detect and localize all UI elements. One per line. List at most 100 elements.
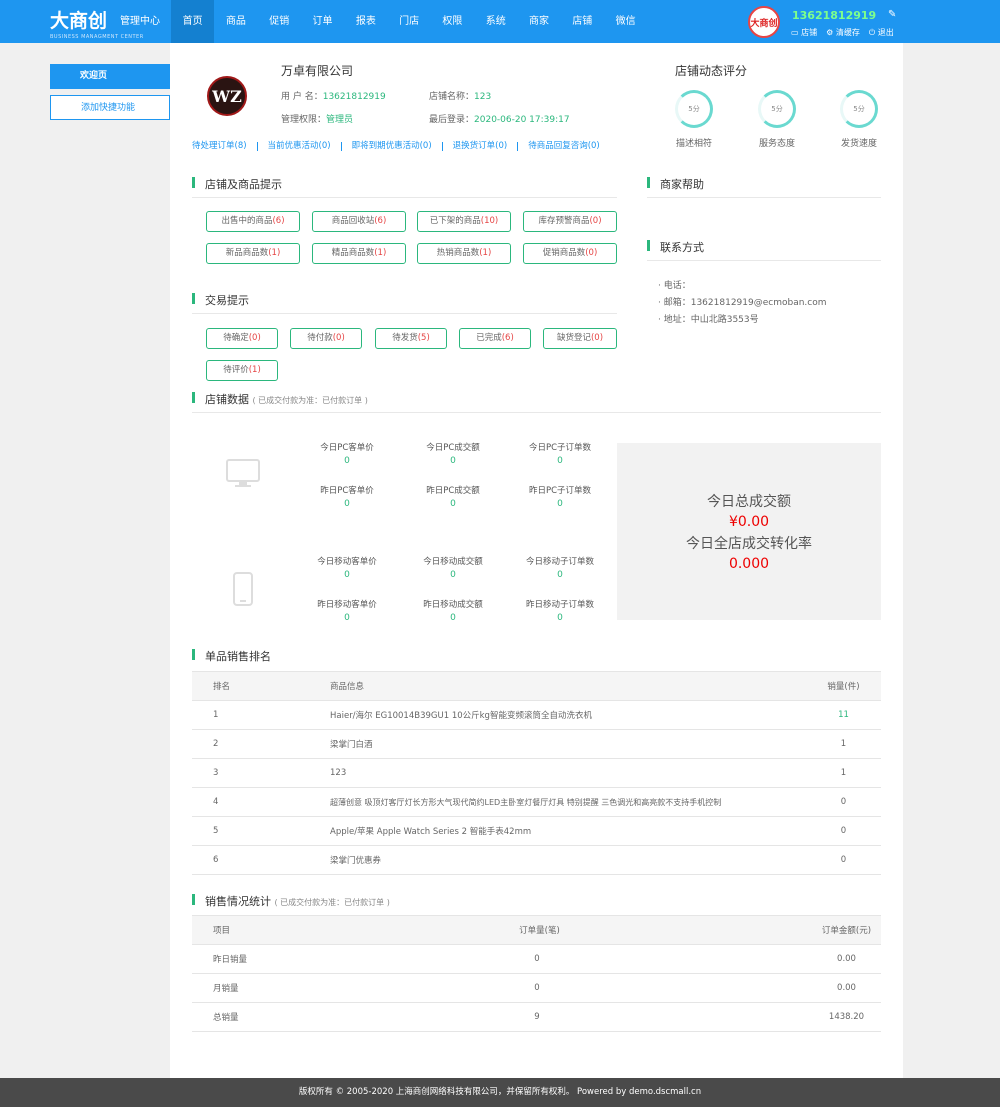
sales-table: 项目 订单量(笔) 订单金额(元) 昨日销量 0 0.00 月销量 0 0.00 总销量…: [192, 915, 881, 1032]
nav-system[interactable]: 系统: [474, 0, 517, 43]
stat-label: 昨日移动子订单数: [525, 600, 594, 610]
quicklink-current-promos[interactable]: 当前优惠活动(0): [256, 142, 341, 151]
btn-off-shelf[interactable]: 已下架的商品(10): [417, 211, 511, 232]
contact-title-text: 联系方式: [660, 241, 704, 254]
col-orders: 订单量(笔): [422, 915, 652, 945]
rating-shipping: 5分 发货速度: [840, 90, 889, 149]
btn-count: (0): [585, 248, 598, 258]
quicklink-returns[interactable]: 退换货订单(0): [441, 142, 518, 151]
sidebar-item-welcome[interactable]: 欢迎页: [50, 64, 178, 89]
btn-promo-goods[interactable]: 促销商品数(0): [523, 243, 617, 264]
col-goods: 商品信息: [330, 671, 806, 701]
cell-goods[interactable]: 梁掌门优惠券: [330, 845, 806, 875]
role-value: 管理员: [326, 115, 354, 125]
btn-label: 精品商品数: [331, 248, 375, 258]
cell-amount: 0.00: [652, 944, 881, 974]
nav-home[interactable]: 首页: [171, 0, 215, 43]
nav-stores[interactable]: 门店: [387, 0, 430, 43]
rate-label: 今日全店成交转化率: [686, 536, 812, 552]
btn-on-sale[interactable]: 出售中的商品(6): [206, 211, 300, 232]
stat-value: 0: [450, 456, 456, 466]
edit-icon[interactable]: ✎: [888, 9, 896, 20]
footer: 版权所有 © 2005-2020 上海商创网络科技有限公司，并保留所有权利。 P…: [0, 1078, 1000, 1107]
cell-goods[interactable]: 梁掌门白酒: [330, 729, 806, 759]
btn-stock-warning[interactable]: 库存预警商品(0): [523, 211, 617, 232]
btn-best-goods[interactable]: 精品商品数(1): [312, 243, 406, 264]
btn-count: (1): [248, 365, 261, 375]
shop-logo: WZ: [207, 76, 247, 116]
avatar[interactable]: 大商创: [748, 6, 780, 38]
btn-to-confirm[interactable]: 待确定(0): [206, 328, 278, 349]
cell-orders: 0: [422, 944, 652, 974]
logout-link[interactable]: ⏻ 退出: [869, 27, 894, 38]
quicklink-pending-orders[interactable]: 待处理订单(8): [192, 142, 257, 151]
quicklink-inquiries[interactable]: 待商品回复咨询(0): [517, 142, 610, 151]
col-amount: 订单金额(元): [652, 915, 881, 945]
table-row: 4 超薄创意 吸顶灯客厅灯长方形大气现代简约LED主卧室灯餐厅灯具 特别提醒 三色…: [192, 787, 881, 817]
rating-score: 5分: [840, 90, 878, 128]
btn-count: (10): [480, 216, 499, 226]
rating-score: 5分: [758, 90, 796, 128]
cell-goods[interactable]: 123: [330, 758, 806, 788]
quick-links: 待处理订单(8) 当前优惠活动(0) 即将到期优惠活动(0) 退换货订单(0) …: [192, 142, 610, 151]
btn-count: (0): [248, 333, 261, 343]
logo[interactable]: 大商创 管理中心 BUSINESS MANAGMENT CENTER: [50, 6, 160, 40]
col-item: 项目: [192, 915, 422, 945]
lastlogin-label: 最后登录：: [429, 115, 475, 125]
btn-count: (6): [501, 333, 514, 343]
btn-count: (0): [589, 216, 602, 226]
btn-to-ship[interactable]: 待发货(5): [375, 328, 447, 349]
company-name: 万卓有限公司: [281, 64, 354, 78]
cell-goods[interactable]: 超薄创意 吸顶灯客厅灯长方形大气现代简约LED主卧室灯餐厅灯具 特别提醒 三色调…: [330, 787, 806, 817]
btn-to-review[interactable]: 待评价(1): [206, 360, 278, 381]
stat-value: 0: [450, 570, 456, 580]
table-row: 总销量 9 1438.20: [192, 1002, 881, 1032]
sales-note: ( 已成交付款为准：已付款订单 ): [274, 898, 390, 907]
btn-completed[interactable]: 已完成(6): [459, 328, 531, 349]
shopname-info: 店铺名称：123: [429, 89, 491, 102]
btn-label: 待付款: [307, 333, 333, 343]
nav-goods[interactable]: 商品: [214, 0, 257, 43]
cell-qty: 0: [806, 787, 881, 817]
sidebar-item-add-shortcut[interactable]: 添加快捷功能: [50, 95, 170, 120]
nav-shop[interactable]: 店铺: [561, 0, 604, 43]
table-row: 昨日销量 0 0.00: [192, 944, 881, 974]
contact-phone: · 电话：: [658, 281, 691, 291]
table-row: 1 Haier/海尔 EG10014B39GU1 10公斤kg智能变频滚筒全自动洗…: [192, 700, 881, 730]
cell-qty: 1: [806, 729, 881, 759]
btn-out-of-stock[interactable]: 缺货登记(0): [543, 328, 617, 349]
quicklink-expiring-promos[interactable]: 即将到期优惠活动(0): [340, 142, 442, 151]
cell-goods[interactable]: Apple/苹果 Apple Watch Series 2 智能手表42mm: [330, 816, 806, 846]
btn-label: 已完成: [476, 333, 502, 343]
gear-icon: ⚙: [826, 28, 834, 37]
cell-rank: 6: [192, 845, 330, 875]
shop-link[interactable]: ▭ 店铺: [791, 27, 817, 38]
nav-permissions[interactable]: 权限: [431, 0, 474, 43]
cell-goods[interactable]: Haier/海尔 EG10014B39GU1 10公斤kg智能变频滚筒全自动洗衣…: [330, 700, 806, 730]
nav-wechat[interactable]: 微信: [604, 0, 647, 43]
clear-cache-link[interactable]: ⚙ 清缓存: [826, 27, 860, 38]
stat-label: 昨日移动成交额: [423, 600, 483, 610]
btn-count: (1): [374, 248, 387, 258]
nav-orders[interactable]: 订单: [301, 0, 344, 43]
cell-rank: 5: [192, 816, 330, 846]
btn-new-goods[interactable]: 新品商品数(1): [206, 243, 300, 264]
btn-label: 出售中的商品: [221, 216, 273, 226]
shop-data-title: 店铺数据 ( 已成交付款为准：已付款订单 ): [192, 391, 881, 413]
nav-merchants[interactable]: 商家: [517, 0, 560, 43]
shopname-value: 123: [474, 92, 492, 102]
btn-label: 促销商品数: [542, 248, 586, 258]
btn-hot-goods[interactable]: 热销商品数(1): [417, 243, 511, 264]
rating-title: 店铺动态评分: [675, 64, 748, 78]
col-rank: 排名: [192, 671, 330, 701]
nav-reports[interactable]: 报表: [344, 0, 387, 43]
btn-recycle-bin[interactable]: 商品回收站(6): [312, 211, 406, 232]
table-row: 2 梁掌门白酒 1: [192, 729, 881, 759]
cell-orders: 0: [422, 973, 652, 1003]
ranking-table: 排名 商品信息 销量(件) 1 Haier/海尔 EG10014B39GU1 10…: [192, 671, 881, 875]
nav-promotion[interactable]: 促销: [258, 0, 301, 43]
btn-to-pay[interactable]: 待付款(0): [290, 328, 362, 349]
goods-tips-title-text: 店铺及商品提示: [205, 178, 282, 191]
role-info: 管理权限：管理员: [281, 112, 353, 125]
cell-qty: 1: [806, 758, 881, 788]
